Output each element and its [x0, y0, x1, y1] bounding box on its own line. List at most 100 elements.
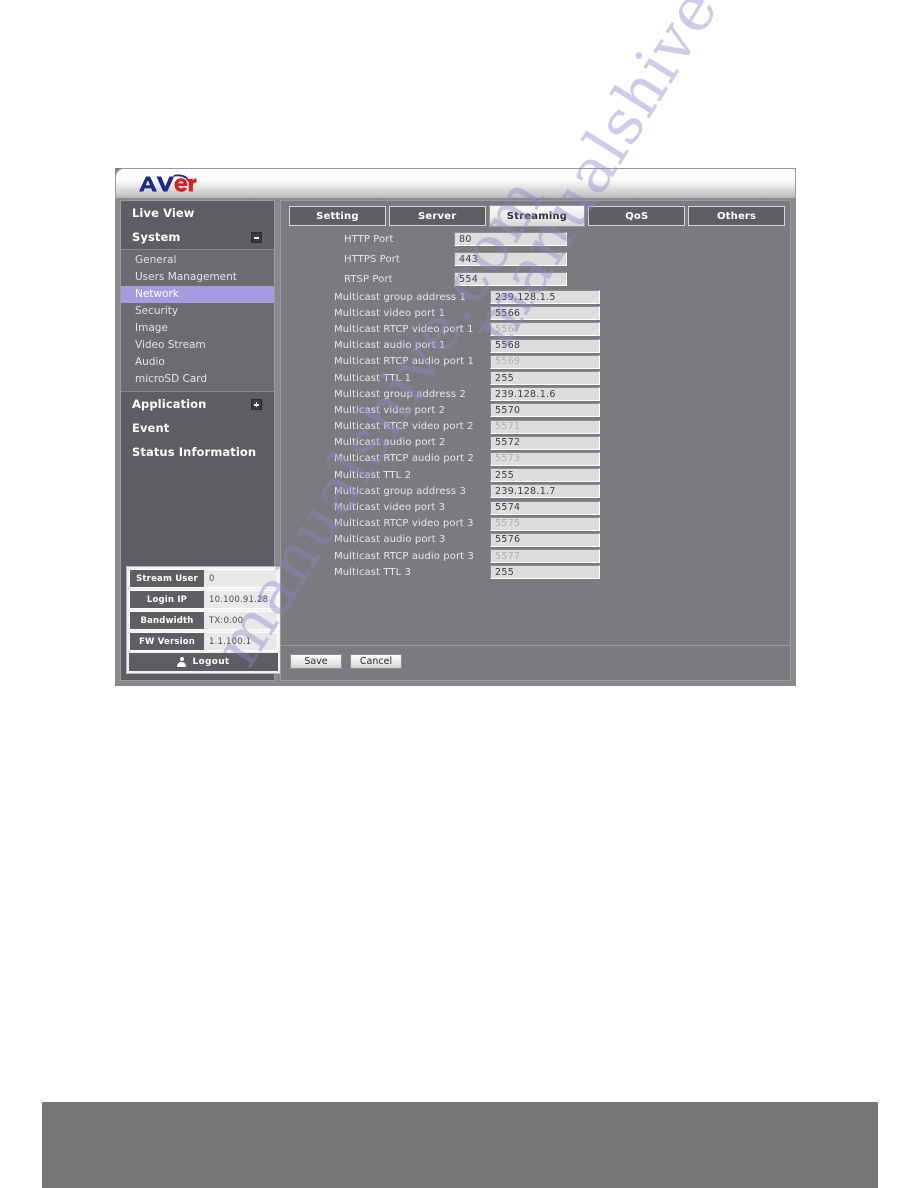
status-label: Stream User — [130, 570, 204, 587]
rtsp-port-input[interactable]: 554 — [454, 272, 567, 286]
sidebar-item-general[interactable]: General — [121, 252, 274, 269]
sidebar-item-label: Event — [132, 421, 170, 435]
form-row-multicast-audio-port-2: Multicast audio port 2 5572 — [281, 435, 790, 451]
multicast-rtcp-video-port-2-input: 5571 — [490, 419, 600, 434]
form-divider — [281, 645, 790, 646]
tab-setting[interactable]: Setting — [289, 206, 386, 226]
multicast-video-port-2-input[interactable]: 5570 — [490, 403, 600, 418]
status-value: 10.100.91.28 — [204, 591, 277, 608]
sidebar-item-system[interactable]: System — [121, 225, 274, 249]
field-label: Multicast TTL 1 — [334, 372, 412, 384]
sidebar-item-label: Network — [135, 288, 179, 300]
status-row-login-ip: Login IP 10.100.91.28 — [129, 590, 278, 609]
save-button[interactable]: Save — [290, 654, 342, 669]
tab-bar: Setting Server Streaming QoS Others — [289, 205, 785, 227]
minus-icon[interactable] — [251, 232, 262, 243]
form-row-multicast-ttl-3: Multicast TTL 3 255 — [281, 564, 790, 580]
form-row-multicast-ttl-2: Multicast TTL 2 255 — [281, 467, 790, 483]
tab-others[interactable]: Others — [688, 206, 785, 226]
logout-button[interactable]: Logout — [129, 653, 278, 671]
status-label: Login IP — [130, 591, 204, 608]
sidebar-item-users-management[interactable]: Users Management — [121, 269, 274, 286]
tab-streaming[interactable]: Streaming — [488, 205, 586, 227]
multicast-video-port-3-input[interactable]: 5574 — [490, 500, 600, 515]
sidebar-item-label: System — [132, 230, 181, 244]
sidebar-item-label: microSD Card — [135, 373, 208, 385]
content-panel: Setting Server Streaming QoS Others HTTP… — [280, 200, 791, 681]
multicast-audio-port-3-input[interactable]: 5576 — [490, 532, 600, 547]
field-label: Multicast TTL 2 — [334, 469, 412, 481]
form-row-multicast-audio-port-1: Multicast audio port 1 5568 — [281, 338, 790, 354]
multicast-video-port-1-input[interactable]: 5566 — [490, 306, 600, 321]
form-row-http-port: HTTP Port 80 — [281, 229, 790, 249]
field-label: RTSP Port — [344, 273, 393, 285]
multicast-audio-port-1-input[interactable]: 5568 — [490, 338, 600, 353]
field-label: Multicast RTCP audio port 1 — [334, 356, 474, 368]
sidebar-item-label: Security — [135, 305, 179, 317]
sidebar-item-image[interactable]: Image — [121, 320, 274, 337]
field-label: Multicast RTCP video port 1 — [334, 323, 474, 335]
form-row-multicast-video-port-3: Multicast video port 3 5574 — [281, 499, 790, 515]
form-row-multicast-video-port-2: Multicast video port 2 5570 — [281, 402, 790, 418]
sidebar-item-network[interactable]: Network — [121, 286, 274, 303]
tab-label: Streaming — [506, 210, 568, 222]
status-row-bandwidth: Bandwidth TX:0.00 — [129, 611, 278, 630]
sidebar-item-live-view[interactable]: Live View — [121, 201, 274, 225]
cancel-button[interactable]: Cancel — [350, 654, 402, 669]
status-value: 1.1.100.1 — [204, 633, 277, 650]
form-row-multicast-group-address-3: Multicast group address 3 239.128.1.7 — [281, 483, 790, 499]
http-port-input[interactable]: 80 — [454, 232, 567, 246]
sidebar-item-label: Application — [132, 397, 207, 411]
multicast-ttl-2-input[interactable]: 255 — [490, 468, 600, 483]
status-label: Bandwidth — [130, 612, 204, 629]
tab-server[interactable]: Server — [388, 206, 486, 226]
form-row-multicast-rtcp-audio-port-1: Multicast RTCP audio port 1 5569 — [281, 354, 790, 370]
sidebar-item-video-stream[interactable]: Video Stream — [121, 337, 274, 354]
logout-label: Logout — [192, 657, 230, 667]
sidebar-item-microsd-card[interactable]: microSD Card — [121, 371, 274, 388]
app-header-bar — [115, 168, 796, 198]
sidebar-item-status-information[interactable]: Status Information — [121, 440, 274, 464]
multicast-group-address-1-input[interactable]: 239.128.1.5 — [490, 290, 600, 305]
sidebar-item-label: Live View — [132, 206, 195, 220]
sidebar-item-application[interactable]: Application — [121, 392, 274, 416]
field-label: Multicast RTCP video port 3 — [334, 518, 474, 530]
multicast-ttl-1-input[interactable]: 255 — [490, 371, 600, 386]
sidebar-item-audio[interactable]: Audio — [121, 354, 274, 371]
field-label: Multicast RTCP audio port 3 — [334, 550, 474, 562]
field-label: Multicast video port 3 — [334, 502, 446, 514]
sidebar: Live View System General Users Managemen… — [120, 200, 281, 681]
status-label: FW Version — [130, 633, 204, 650]
form-row-multicast-rtcp-audio-port-2: Multicast RTCP audio port 2 5573 — [281, 451, 790, 467]
plus-icon[interactable] — [251, 399, 262, 410]
multicast-ttl-3-input[interactable]: 255 — [490, 565, 600, 580]
sidebar-item-label: Video Stream — [135, 339, 206, 351]
form-row-multicast-video-port-1: Multicast video port 1 5566 — [281, 305, 790, 321]
multicast-group-address-3-input[interactable]: 239.128.1.7 — [490, 484, 600, 499]
form-row-multicast-group-address-1: Multicast group address 1 239.128.1.5 — [281, 289, 790, 305]
sidebar-item-label: Audio — [135, 356, 165, 368]
form-row-multicast-audio-port-3: Multicast audio port 3 5576 — [281, 532, 790, 548]
status-value: TX:0.00 — [204, 612, 277, 629]
status-summary-panel: Stream User 0 Login IP 10.100.91.28 Band… — [126, 566, 281, 674]
sidebar-nav: Live View System General Users Managemen… — [121, 201, 274, 464]
tab-qos[interactable]: QoS — [588, 206, 686, 226]
multicast-rtcp-video-port-1-input: 5567 — [490, 322, 600, 337]
https-port-input[interactable]: 443 — [454, 252, 567, 266]
multicast-group-address-2-input[interactable]: 239.128.1.6 — [490, 387, 600, 402]
tab-label: Others — [716, 210, 757, 222]
field-label: Multicast TTL 3 — [334, 566, 412, 578]
field-label: Multicast audio port 2 — [334, 437, 446, 449]
status-row-fw-version: FW Version 1.1.100.1 — [129, 632, 278, 651]
sidebar-item-security[interactable]: Security — [121, 303, 274, 320]
form-row-multicast-rtcp-video-port-1: Multicast RTCP video port 1 5567 — [281, 321, 790, 337]
form-row-multicast-rtcp-video-port-3: Multicast RTCP video port 3 5575 — [281, 516, 790, 532]
user-icon — [177, 657, 187, 667]
form-row-multicast-group-address-2: Multicast group address 2 239.128.1.6 — [281, 386, 790, 402]
field-label: Multicast RTCP audio port 2 — [334, 453, 474, 465]
form-row-multicast-ttl-1: Multicast TTL 1 255 — [281, 370, 790, 386]
status-row-stream-user: Stream User 0 — [129, 569, 278, 588]
sidebar-item-event[interactable]: Event — [121, 416, 274, 440]
field-label: HTTPS Port — [344, 253, 400, 265]
multicast-audio-port-2-input[interactable]: 5572 — [490, 435, 600, 450]
